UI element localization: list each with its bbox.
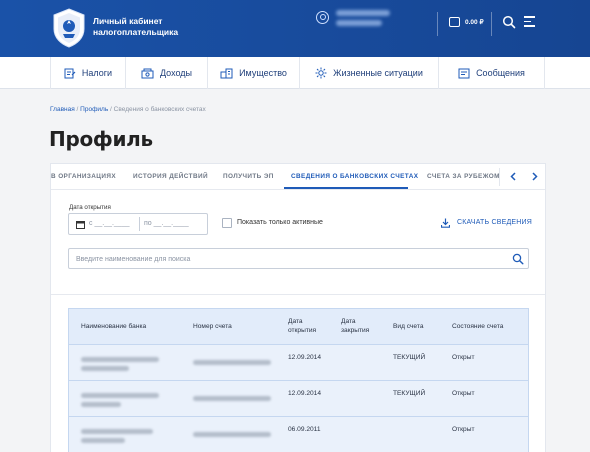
account-number-redacted — [193, 396, 271, 401]
table-header: Наименование банка Номер счета Дата откр… — [69, 309, 528, 345]
account-status-cell: Открыт — [452, 354, 475, 361]
table-row[interactable]: 06.09.2011 Открыт — [69, 417, 528, 452]
brand-line-1: Личный кабинет — [93, 16, 163, 26]
tab-organizations[interactable]: В ОРГАНИЗАЦИЯХ — [51, 173, 116, 180]
property-icon — [220, 68, 233, 78]
only-active-checkbox[interactable] — [222, 218, 232, 228]
nav-item-label: Налоги — [81, 68, 113, 78]
date-range-field[interactable]: с __.__.____ по __.__.____ — [68, 213, 208, 235]
column-header-open-date: Дата открытия — [288, 318, 317, 334]
income-icon — [141, 68, 154, 78]
user-icon[interactable] — [316, 11, 329, 24]
chevron-right-icon[interactable] — [528, 170, 541, 183]
open-date-cell: 06.09.2011 — [288, 426, 321, 433]
bank-name-redacted — [81, 429, 161, 447]
column-header-account-status: Состояние счета — [452, 323, 504, 330]
active-tab-indicator — [284, 187, 408, 189]
date-from-input[interactable]: с __.__.____ — [89, 220, 129, 227]
column-header-close-date: Дата закрытия — [341, 318, 370, 334]
tab-action-history[interactable]: ИСТОРИЯ ДЕЙСТВИЙ — [133, 173, 208, 180]
date-separator — [139, 217, 140, 231]
download-icon[interactable] — [441, 218, 450, 228]
user-name-redacted[interactable] — [336, 10, 392, 30]
bank-name-redacted — [81, 393, 161, 411]
nav-item-property[interactable]: Имущество — [208, 57, 300, 89]
open-date-cell: 12.09.2014 — [288, 390, 322, 397]
profile-card: В ОРГАНИЗАЦИЯХ ИСТОРИЯ ДЕЙСТВИЙ ПОЛУЧИТЬ… — [50, 163, 546, 452]
date-filter-label: Дата открытия — [69, 204, 111, 211]
download-info-button[interactable]: СКАЧАТЬ СВЕДЕНИЯ — [457, 219, 532, 226]
life-situations-icon — [315, 67, 327, 79]
wallet-icon[interactable] — [449, 17, 460, 27]
nav-item-life-situations[interactable]: Жизненные ситуации — [300, 57, 439, 89]
breadcrumb-current: Сведения о банковских счетах — [113, 106, 206, 113]
bank-accounts-table: Наименование банка Номер счета Дата откр… — [68, 308, 529, 452]
taxes-icon — [64, 68, 76, 78]
account-type-cell: ТЕКУЩИЙ — [393, 390, 426, 397]
nav-item-messages[interactable]: Сообщения — [439, 57, 545, 89]
bank-search-input[interactable] — [76, 253, 496, 265]
nav-item-label: Жизненные ситуации — [333, 68, 423, 78]
fns-emblem-logo[interactable] — [50, 7, 88, 49]
tab-arrows-divider — [499, 168, 500, 186]
breadcrumb: Главная / Профиль / Сведения о банковски… — [50, 106, 206, 113]
table-row[interactable]: 12.09.2014 ТЕКУЩИЙ Открыт — [69, 345, 528, 381]
account-status-cell: Открыт — [452, 426, 475, 433]
nav-item-taxes[interactable]: Налоги — [51, 57, 126, 89]
breadcrumb-profile-link[interactable]: Профиль — [80, 106, 108, 113]
nav-item-label: Сообщения — [476, 68, 525, 78]
brand-line-2: налогоплательщика — [93, 27, 179, 37]
tab-bank-accounts[interactable]: СВЕДЕНИЯ О БАНКОВСКИХ СЧЕТАХ — [291, 173, 418, 180]
nav-item-label: Имущество — [239, 68, 287, 78]
search-icon[interactable] — [512, 253, 524, 265]
account-type-cell: ТЕКУЩИЙ — [393, 354, 426, 361]
open-date-cell: 12.09.2014 — [288, 354, 322, 361]
profile-tabs: В ОРГАНИЗАЦИЯХ ИСТОРИЯ ДЕЙСТВИЙ ПОЛУЧИТЬ… — [51, 164, 545, 190]
page-title: Профиль — [49, 127, 153, 151]
date-to-input[interactable]: по __.__.____ — [144, 220, 189, 227]
calendar-icon[interactable] — [76, 220, 85, 229]
main-nav: Налоги Доходы Имущество Жизненные ситуац… — [0, 57, 590, 89]
chevron-left-icon[interactable] — [507, 170, 520, 183]
table-row[interactable]: 12.09.2014 ТЕКУЩИЙ Открыт — [69, 381, 528, 417]
account-number-redacted — [193, 360, 271, 365]
brand-title[interactable]: Личный кабинет налогоплательщика — [93, 16, 178, 38]
nav-item-label: Доходы — [159, 68, 193, 78]
only-active-label[interactable]: Показать только активные — [237, 219, 323, 226]
messages-icon — [458, 68, 470, 78]
column-header-bank: Наименование банка — [81, 323, 147, 330]
top-header: Личный кабинет налогоплательщика 0.00 ₽ — [0, 0, 590, 57]
account-status-cell: Открыт — [452, 390, 475, 397]
nav-item-income[interactable]: Доходы — [126, 57, 208, 89]
balance-amount[interactable]: 0.00 ₽ — [465, 18, 484, 26]
hamburger-menu-icon[interactable] — [524, 16, 535, 28]
header-divider — [491, 12, 492, 36]
tab-get-signature[interactable]: ПОЛУЧИТЬ ЭП — [223, 173, 274, 180]
breadcrumb-home-link[interactable]: Главная — [50, 106, 75, 113]
tab-foreign-accounts[interactable]: СЧЕТА ЗА РУБЕЖОМ — [427, 173, 500, 180]
bank-name-redacted — [81, 357, 161, 375]
column-header-account-type: Вид счета — [393, 323, 424, 330]
column-header-account-number: Номер счета — [193, 323, 232, 330]
search-icon[interactable] — [502, 15, 516, 29]
bank-search-field[interactable] — [68, 248, 529, 269]
section-divider — [51, 294, 545, 295]
account-number-redacted — [193, 432, 271, 437]
header-divider — [437, 12, 438, 36]
